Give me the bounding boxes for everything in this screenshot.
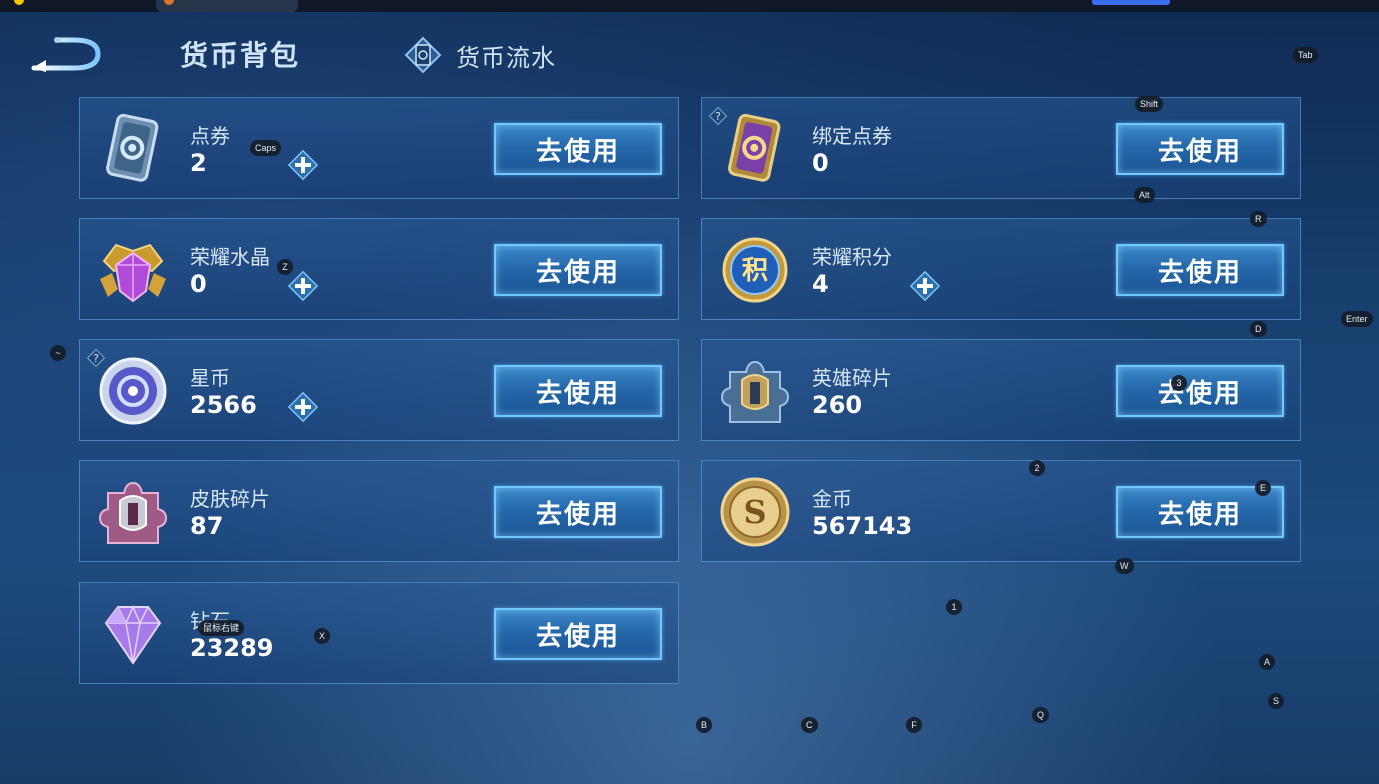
currency-amount: 2566 bbox=[190, 391, 257, 419]
add-glory-crystal-button[interactable] bbox=[286, 269, 320, 303]
currency-card-skin-fragment: 皮肤碎片 87 去使用 bbox=[79, 460, 679, 562]
add-coupon-button[interactable] bbox=[286, 148, 320, 182]
tab-currency-flow[interactable]: 货币流水 bbox=[402, 34, 556, 76]
currency-name: 荣耀水晶 bbox=[190, 245, 270, 269]
currency-card-gold-coin: S 金币 567143 去使用 bbox=[701, 460, 1301, 562]
key-hint-r: R bbox=[1250, 211, 1267, 227]
currency-amount: 2 bbox=[190, 149, 207, 177]
currency-amount: 87 bbox=[190, 512, 224, 540]
currency-card-coupon: 点券 2 去使用 bbox=[79, 97, 679, 199]
currency-card-diamond: 钻石 23289 去使用 bbox=[79, 582, 679, 684]
currency-amount: 4 bbox=[812, 270, 829, 298]
currency-card-bound-coupon: ? 绑定点券 0 去使用 bbox=[701, 97, 1301, 199]
currency-amount: 0 bbox=[812, 149, 829, 177]
currency-name: 英雄碎片 bbox=[812, 366, 892, 390]
add-glory-points-button[interactable] bbox=[908, 269, 942, 303]
skin-fragment-icon bbox=[98, 481, 168, 544]
currency-name: 荣耀积分 bbox=[812, 245, 892, 269]
currency-card-hero-fragment: 英雄碎片 260 去使用 bbox=[701, 339, 1301, 441]
key-hint-right-mouse: 鼠标右键 bbox=[198, 620, 245, 636]
currency-name: 绑定点券 bbox=[812, 124, 892, 148]
key-hint-b: B bbox=[696, 717, 713, 733]
add-star-coin-button[interactable] bbox=[286, 390, 320, 424]
key-hint-2: 2 bbox=[1029, 460, 1045, 476]
browser-tab-active[interactable] bbox=[156, 0, 298, 12]
currency-card-star-coin: ? 星币 2566 去使用 bbox=[79, 339, 679, 441]
use-coupon-button[interactable]: 去使用 bbox=[494, 123, 662, 175]
page-title[interactable]: 货币背包 bbox=[180, 34, 300, 74]
key-hint-tab: Tab bbox=[1293, 47, 1318, 63]
bound-coupon-card-icon bbox=[728, 113, 781, 182]
key-hint-x: X bbox=[314, 628, 331, 644]
key-hint-d: D bbox=[1250, 321, 1267, 337]
key-hint-alt: Alt bbox=[1134, 187, 1155, 203]
currency-card-glory-points: 积 荣耀积分 4 去使用 bbox=[701, 218, 1301, 320]
hero-fragment-icon bbox=[720, 360, 790, 423]
key-hint-caps: Caps bbox=[250, 140, 282, 156]
key-hint-s: S bbox=[1268, 693, 1285, 709]
use-star-coin-button[interactable]: 去使用 bbox=[494, 365, 662, 417]
currency-flow-icon bbox=[404, 36, 442, 74]
glory-crystal-icon bbox=[100, 243, 166, 303]
key-hint-w: W bbox=[1115, 558, 1134, 574]
svg-text:积: 积 bbox=[742, 256, 768, 286]
currency-name: 皮肤碎片 bbox=[190, 487, 270, 511]
use-hero-fragment-button[interactable]: 去使用 bbox=[1116, 365, 1284, 417]
key-hint-tilde: ~ bbox=[50, 345, 66, 361]
topbar-blue-pill[interactable] bbox=[1092, 0, 1170, 5]
key-hint-e: E bbox=[1255, 480, 1272, 496]
key-hint-a: A bbox=[1259, 654, 1276, 670]
use-glory-points-button[interactable]: 去使用 bbox=[1116, 244, 1284, 296]
key-hint-3: 3 bbox=[1171, 375, 1187, 391]
back-arrow-icon bbox=[31, 37, 101, 72]
use-bound-coupon-button[interactable]: 去使用 bbox=[1116, 123, 1284, 175]
currency-amount: 0 bbox=[190, 270, 207, 298]
use-glory-crystal-button[interactable]: 去使用 bbox=[494, 244, 662, 296]
currency-name: 星币 bbox=[190, 366, 230, 390]
use-diamond-button[interactable]: 去使用 bbox=[494, 608, 662, 660]
currency-amount: 260 bbox=[812, 391, 863, 419]
key-hint-enter: Enter bbox=[1341, 311, 1373, 327]
key-hint-q: Q bbox=[1032, 707, 1050, 723]
tab-currency-flow-label: 货币流水 bbox=[456, 43, 556, 72]
key-hint-shift: Shift bbox=[1135, 96, 1164, 112]
key-hint-1: 1 bbox=[946, 599, 962, 615]
currency-amount: 567143 bbox=[812, 512, 913, 540]
back-button[interactable] bbox=[30, 34, 104, 74]
key-hint-c: C bbox=[801, 717, 818, 733]
gold-coin-icon: S bbox=[720, 477, 790, 547]
browser-tab-bar bbox=[0, 0, 1379, 12]
currency-amount: 23289 bbox=[190, 634, 274, 662]
svg-text:S: S bbox=[743, 493, 766, 531]
currency-card-glory-crystal: 荣耀水晶 0 去使用 bbox=[79, 218, 679, 320]
use-skin-fragment-button[interactable]: 去使用 bbox=[494, 486, 662, 538]
key-hint-f: F bbox=[906, 717, 922, 733]
diamond-icon bbox=[104, 605, 162, 665]
glory-points-icon: 积 bbox=[722, 237, 788, 303]
currency-name: 金币 bbox=[812, 487, 852, 511]
key-hint-z: Z bbox=[277, 259, 293, 275]
coupon-card-icon bbox=[106, 113, 159, 182]
app-logo-icon bbox=[14, 0, 24, 5]
star-coin-icon bbox=[99, 357, 167, 425]
currency-name: 点券 bbox=[190, 124, 230, 148]
